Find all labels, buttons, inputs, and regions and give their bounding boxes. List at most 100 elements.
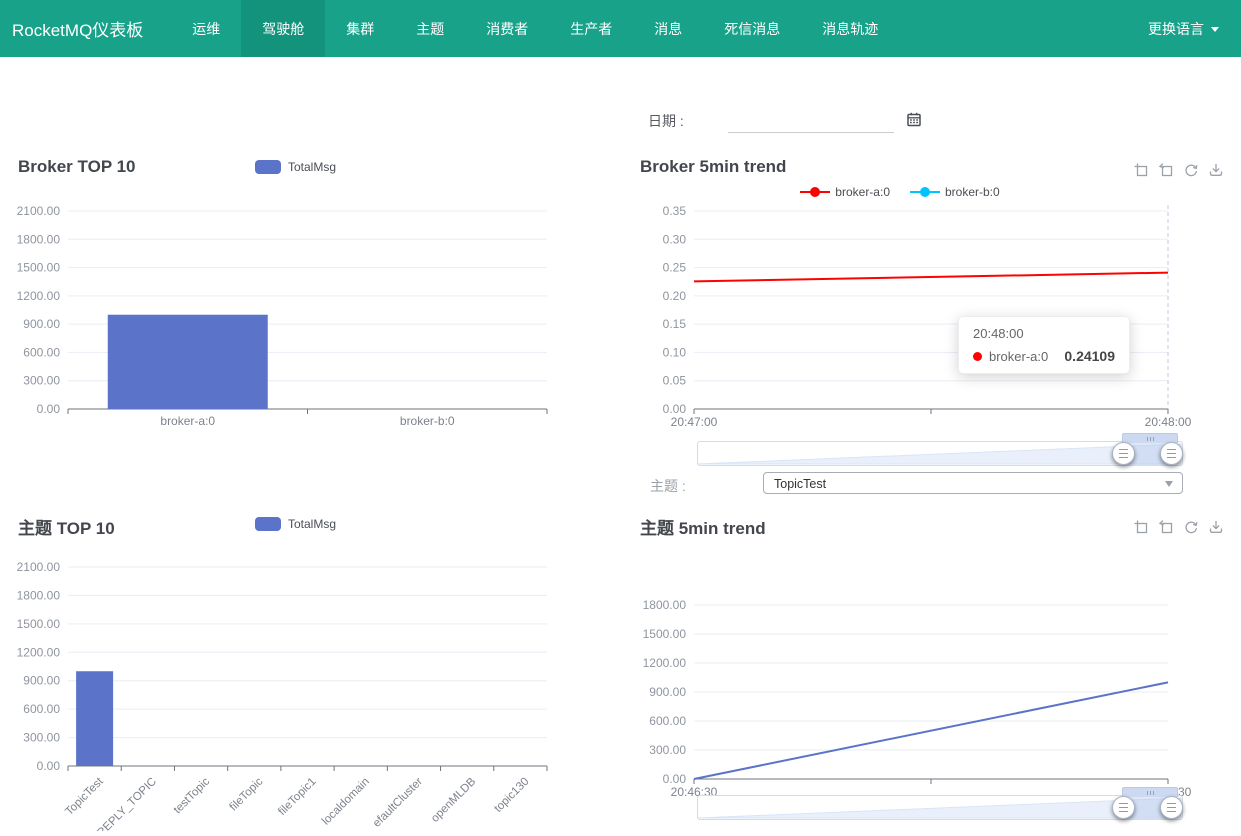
- broker-trend-datazoom[interactable]: [697, 441, 1183, 466]
- svg-text:1800.00: 1800.00: [643, 598, 687, 612]
- svg-text:topic130: topic130: [492, 776, 531, 815]
- svg-text:1500.00: 1500.00: [17, 261, 61, 275]
- nav-tab-cockpit[interactable]: 驾驶舱: [241, 0, 325, 57]
- svg-text:1500.00: 1500.00: [17, 617, 61, 631]
- nav-tab-ops[interactable]: 运维: [171, 0, 241, 57]
- datazoom-left-handle[interactable]: [1112, 442, 1135, 465]
- topic-top10-chart[interactable]: 0.00300.00600.00900.001200.001500.001800…: [0, 550, 560, 836]
- chart-tooltip: 20:48:00 broker-a:0 0.24109: [958, 316, 1130, 374]
- topic-trend-datazoom[interactable]: [697, 795, 1183, 820]
- legend-label: TotalMsg: [288, 160, 336, 174]
- broker-trend-chart[interactable]: 0.00 0.05 0.10 0.15 0.20 0.25 0.30 0.35 20:47:00…: [620, 195, 1241, 452]
- svg-text:0.00: 0.00: [37, 759, 61, 773]
- topic-select[interactable]: TopicTest: [763, 472, 1183, 494]
- svg-text:0.00: 0.00: [663, 402, 687, 416]
- topic-trend-toolbox: [1133, 519, 1224, 535]
- datazoom-preview: [698, 442, 1182, 465]
- svg-text:localdomain: localdomain: [320, 776, 372, 828]
- legend-swatch: [255, 160, 281, 174]
- tooltip-series: broker-a:0: [989, 349, 1048, 364]
- svg-text:fileTopic1: fileTopic1: [276, 776, 318, 818]
- topic-trend-chart[interactable]: 0.00 300.00 600.00 900.00 1200.00 1500.00 1800…: [620, 560, 1241, 805]
- calendar-icon[interactable]: [906, 111, 922, 133]
- svg-text:900.00: 900.00: [23, 674, 60, 688]
- svg-text:1500.00: 1500.00: [643, 627, 687, 641]
- svg-text:TopicTest: TopicTest: [63, 775, 106, 818]
- navbar: RocketMQ仪表板 运维 驾驶舱 集群 主题 消费者 生产者 消息 死信消息…: [0, 0, 1241, 57]
- svg-text:0.20: 0.20: [663, 289, 687, 303]
- zoom-select-icon[interactable]: [1133, 162, 1149, 178]
- nav-tab-dlq-message[interactable]: 死信消息: [703, 0, 801, 57]
- svg-text:0.10: 0.10: [663, 345, 687, 359]
- svg-text:600.00: 600.00: [23, 345, 60, 359]
- svg-text:1200.00: 1200.00: [643, 656, 687, 670]
- svg-text:0.00: 0.00: [37, 402, 61, 416]
- app-title: RocketMQ仪表板: [0, 0, 157, 57]
- tooltip-time: 20:48:00: [973, 326, 1115, 341]
- svg-text:2100.00: 2100.00: [17, 204, 61, 218]
- svg-text:0.25: 0.25: [663, 261, 687, 275]
- datazoom-right-handle[interactable]: [1160, 796, 1183, 819]
- save-image-icon[interactable]: [1208, 162, 1224, 178]
- tooltip-value: 0.24109: [1064, 348, 1115, 364]
- svg-text:0.00: 0.00: [663, 772, 687, 786]
- svg-text:fileTopic: fileTopic: [228, 775, 266, 813]
- topic-select-value: TopicTest: [774, 477, 826, 491]
- topic-top10-title: 主题 TOP 10: [18, 514, 115, 539]
- svg-text:broker-a:0: broker-a:0: [160, 414, 215, 428]
- svg-text:20:47:00: 20:47:00: [671, 415, 718, 429]
- nav-tab-producer[interactable]: 生产者: [549, 0, 633, 57]
- broker-top10-legend[interactable]: TotalMsg: [255, 160, 336, 174]
- svg-text:900.00: 900.00: [649, 685, 686, 699]
- topic-label: 主题 :: [650, 476, 686, 496]
- svg-text:600.00: 600.00: [649, 714, 686, 728]
- nav-tab-message[interactable]: 消息: [633, 0, 703, 57]
- svg-text:testTopic: testTopic: [172, 775, 213, 816]
- nav-tab-topic[interactable]: 主题: [395, 0, 465, 57]
- topic-top10-legend[interactable]: TotalMsg: [255, 517, 336, 531]
- nav-tab-message-trace[interactable]: 消息轨迹: [801, 0, 899, 57]
- zoom-reset-icon[interactable]: [1158, 519, 1174, 535]
- select-arrow-icon: [1165, 481, 1173, 491]
- restore-icon[interactable]: [1183, 519, 1199, 535]
- date-label: 日期 :: [648, 111, 684, 133]
- datazoom-right-handle[interactable]: [1160, 442, 1183, 465]
- svg-text:efaultCluster: efaultCluster: [371, 776, 425, 830]
- zoom-reset-icon[interactable]: [1158, 162, 1174, 178]
- date-filter: 日期 :: [648, 110, 922, 133]
- svg-text:1800.00: 1800.00: [17, 588, 61, 602]
- topic-trend-title: 主题 5min trend: [640, 514, 766, 539]
- datazoom-preview: [698, 796, 1182, 819]
- broker-top10-chart[interactable]: 0.00 300.00 600.00 900.00 1200.00 1500.00 1800…: [0, 195, 560, 452]
- svg-text:openMLDB: openMLDB: [429, 775, 478, 824]
- language-label: 更换语言: [1148, 19, 1204, 39]
- svg-text:20:48:00: 20:48:00: [1145, 415, 1192, 429]
- svg-text:1200.00: 1200.00: [17, 645, 61, 659]
- language-switcher[interactable]: 更换语言: [1148, 0, 1241, 57]
- svg-text:0.30: 0.30: [663, 232, 687, 246]
- datazoom-left-handle[interactable]: [1112, 796, 1135, 819]
- svg-text:broker-b:0: broker-b:0: [400, 414, 455, 428]
- legend-label: TotalMsg: [288, 517, 336, 531]
- zoom-select-icon[interactable]: [1133, 519, 1149, 535]
- svg-text:300.00: 300.00: [23, 731, 60, 745]
- svg-text:300.00: 300.00: [649, 743, 686, 757]
- broker-top10-title: Broker TOP 10: [18, 157, 136, 177]
- legend-swatch: [255, 517, 281, 531]
- caret-down-icon: [1211, 27, 1219, 36]
- broker-trend-toolbox: [1133, 162, 1224, 178]
- nav-tab-consumer[interactable]: 消费者: [465, 0, 549, 57]
- date-input[interactable]: [728, 110, 894, 133]
- svg-text:0.35: 0.35: [663, 204, 687, 218]
- svg-text:0.15: 0.15: [663, 317, 687, 331]
- svg-text:300.00: 300.00: [23, 374, 60, 388]
- series-dot-icon: [973, 352, 982, 361]
- svg-text:900.00: 900.00: [23, 317, 60, 331]
- broker-trend-title: Broker 5min trend: [640, 157, 786, 177]
- svg-text:1800.00: 1800.00: [17, 232, 61, 246]
- nav-tab-cluster[interactable]: 集群: [325, 0, 395, 57]
- save-image-icon[interactable]: [1208, 519, 1224, 535]
- restore-icon[interactable]: [1183, 162, 1199, 178]
- svg-text:0.05: 0.05: [663, 374, 687, 388]
- svg-text:1200.00: 1200.00: [17, 289, 61, 303]
